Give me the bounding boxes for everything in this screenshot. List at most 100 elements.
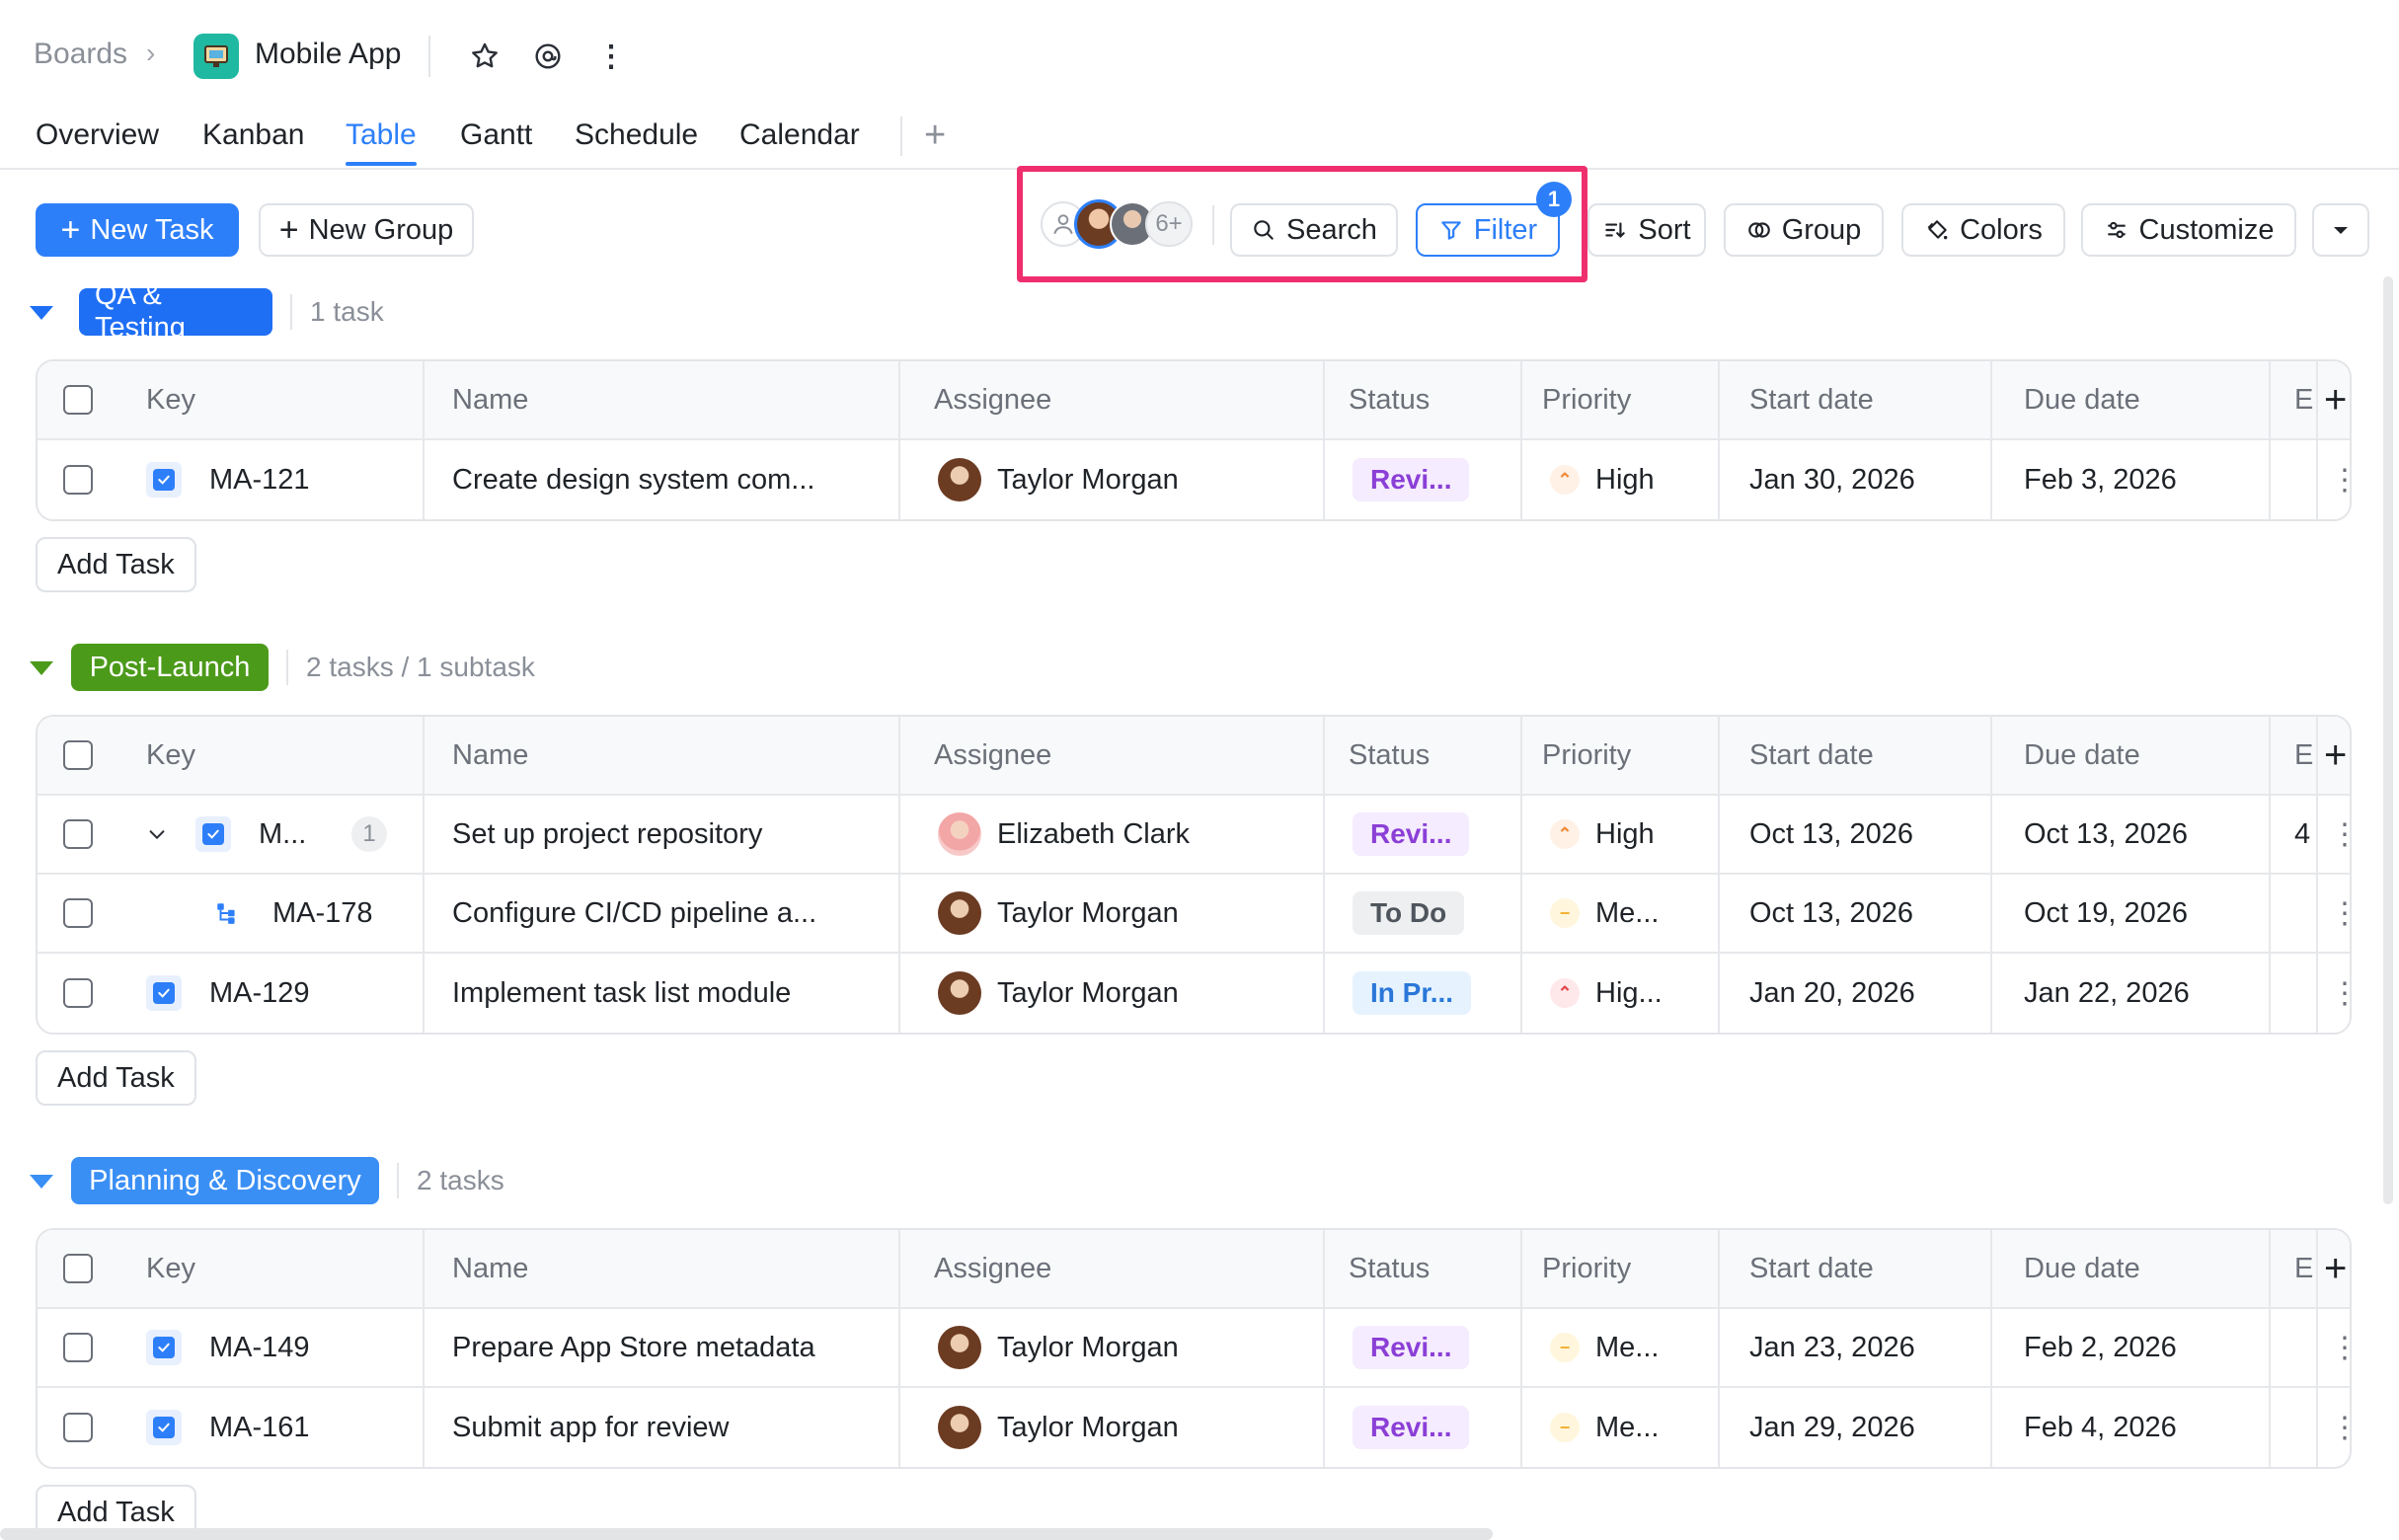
row-checkbox[interactable] bbox=[63, 898, 93, 928]
column-header-due-date[interactable]: Due date bbox=[2024, 717, 2140, 794]
row-checkbox[interactable] bbox=[63, 465, 93, 495]
task-name[interactable]: Implement task list module bbox=[452, 954, 791, 1033]
task-key[interactable]: MA-178 bbox=[272, 875, 373, 952]
due-date[interactable]: Oct 13, 2026 bbox=[2024, 796, 2188, 873]
column-header-key[interactable]: Key bbox=[146, 361, 195, 438]
column-header-start-date[interactable]: Start date bbox=[1749, 1230, 1874, 1307]
start-date[interactable]: Jan 23, 2026 bbox=[1749, 1309, 1915, 1386]
tab-schedule[interactable]: Schedule bbox=[575, 118, 698, 152]
task-key[interactable]: M... bbox=[259, 796, 306, 873]
column-header-start-date[interactable]: Start date bbox=[1749, 361, 1874, 438]
column-header-name[interactable]: Name bbox=[452, 717, 528, 794]
project-title[interactable]: Mobile App bbox=[255, 38, 401, 71]
task-name[interactable]: Set up project repository bbox=[452, 796, 762, 873]
column-header-e[interactable]: E bbox=[2294, 361, 2313, 438]
status-cell[interactable]: Revi... bbox=[1353, 1309, 1470, 1386]
status-cell[interactable]: To Do bbox=[1353, 875, 1465, 952]
vertical-scrollbar[interactable] bbox=[2383, 276, 2393, 1204]
priority-cell[interactable]: ⌃ High bbox=[1550, 440, 1655, 519]
start-date[interactable]: Oct 13, 2026 bbox=[1749, 875, 1913, 952]
group-label[interactable]: Planning & Discovery bbox=[71, 1157, 379, 1204]
star-icon[interactable] bbox=[464, 36, 505, 77]
row-checkbox[interactable] bbox=[63, 1413, 93, 1442]
add-column-icon[interactable]: + bbox=[2324, 361, 2347, 438]
tab-kanban[interactable]: Kanban bbox=[202, 118, 304, 152]
assignee-cell[interactable]: Taylor Morgan bbox=[938, 954, 1179, 1033]
column-header-key[interactable]: Key bbox=[146, 1230, 195, 1307]
row-more-icon[interactable]: ⋮ bbox=[2330, 1388, 2350, 1467]
assignee-cell[interactable]: Taylor Morgan bbox=[938, 1388, 1179, 1467]
start-date[interactable]: Jan 20, 2026 bbox=[1749, 954, 1915, 1033]
row-checkbox[interactable] bbox=[63, 819, 93, 849]
due-date[interactable]: Feb 4, 2026 bbox=[2024, 1388, 2177, 1467]
watch-icon[interactable] bbox=[527, 36, 569, 77]
due-date[interactable]: Jan 22, 2026 bbox=[2024, 954, 2190, 1033]
column-header-due-date[interactable]: Due date bbox=[2024, 1230, 2140, 1307]
column-header-priority[interactable]: Priority bbox=[1542, 1230, 1631, 1307]
group-button[interactable]: Group bbox=[1724, 203, 1884, 257]
column-header-assignee[interactable]: Assignee bbox=[934, 717, 1051, 794]
status-cell[interactable]: Revi... bbox=[1353, 796, 1470, 873]
row-more-icon[interactable]: ⋮ bbox=[2330, 440, 2350, 519]
row-more-icon[interactable]: ⋮ bbox=[2330, 954, 2350, 1033]
priority-cell[interactable]: ⌃ Hig... bbox=[1550, 954, 1663, 1033]
due-date[interactable]: Oct 19, 2026 bbox=[2024, 875, 2188, 952]
sort-button[interactable]: Sort bbox=[1587, 203, 1706, 257]
status-cell[interactable]: Revi... bbox=[1353, 440, 1470, 519]
column-header-priority[interactable]: Priority bbox=[1542, 361, 1631, 438]
row-more-icon[interactable]: ⋮ bbox=[2330, 875, 2350, 952]
table-row[interactable]: MA-121 Create design system com... Taylor … bbox=[38, 440, 2350, 519]
add-task-button[interactable]: Add Task bbox=[36, 1050, 196, 1106]
column-header-status[interactable]: Status bbox=[1349, 1230, 1430, 1307]
column-header-start-date[interactable]: Start date bbox=[1749, 717, 1874, 794]
search-button[interactable]: Search bbox=[1230, 203, 1398, 257]
priority-cell[interactable]: − Me... bbox=[1550, 1388, 1659, 1467]
group-collapse-icon[interactable] bbox=[30, 661, 53, 675]
column-header-e[interactable]: E bbox=[2294, 717, 2313, 794]
table-row[interactable]: MA-178 Configure CI/CD pipeline a... Taylo… bbox=[38, 875, 2350, 954]
more-options-icon[interactable]: ⋮ bbox=[590, 36, 632, 77]
start-date[interactable]: Jan 29, 2026 bbox=[1749, 1388, 1915, 1467]
column-header-e[interactable]: E bbox=[2294, 1230, 2313, 1307]
table-row[interactable]: MA-161 Submit app for review Taylor Morgan… bbox=[38, 1388, 2350, 1467]
tab-calendar[interactable]: Calendar bbox=[739, 118, 860, 152]
more-assignees-chip[interactable]: 6+ bbox=[1145, 201, 1193, 247]
due-date[interactable]: Feb 3, 2026 bbox=[2024, 440, 2177, 519]
column-header-assignee[interactable]: Assignee bbox=[934, 361, 1051, 438]
task-name[interactable]: Prepare App Store metadata bbox=[452, 1309, 815, 1386]
row-more-icon[interactable]: ⋮ bbox=[2330, 796, 2350, 873]
task-key[interactable]: MA-129 bbox=[209, 954, 310, 1033]
row-checkbox[interactable] bbox=[63, 978, 93, 1008]
group-label[interactable]: QA & Testing bbox=[79, 279, 272, 344]
column-header-name[interactable]: Name bbox=[452, 361, 528, 438]
assignee-cell[interactable]: Taylor Morgan bbox=[938, 875, 1179, 952]
column-header-due-date[interactable]: Due date bbox=[2024, 361, 2140, 438]
assignee-cell[interactable]: Taylor Morgan bbox=[938, 440, 1179, 519]
tab-gantt[interactable]: Gantt bbox=[460, 118, 532, 152]
column-header-name[interactable]: Name bbox=[452, 1230, 528, 1307]
column-header-priority[interactable]: Priority bbox=[1542, 717, 1631, 794]
new-group-button[interactable]: + New Group bbox=[259, 203, 474, 257]
priority-cell[interactable]: − Me... bbox=[1550, 1309, 1659, 1386]
table-row[interactable]: M... 1 Set up project repository Elizabeth … bbox=[38, 796, 2350, 875]
priority-cell[interactable]: ⌃ High bbox=[1550, 796, 1655, 873]
start-date[interactable]: Jan 30, 2026 bbox=[1749, 440, 1915, 519]
new-task-button[interactable]: + New Task bbox=[36, 203, 239, 257]
task-name[interactable]: Submit app for review bbox=[452, 1388, 729, 1467]
add-column-icon[interactable]: + bbox=[2324, 717, 2347, 794]
add-task-button[interactable]: Add Task bbox=[36, 537, 196, 592]
status-cell[interactable]: Revi... bbox=[1353, 1388, 1470, 1467]
add-view-icon[interactable]: + bbox=[924, 115, 946, 157]
group-collapse-icon[interactable] bbox=[30, 1175, 53, 1189]
column-header-status[interactable]: Status bbox=[1349, 361, 1430, 438]
assignee-cell[interactable]: Taylor Morgan bbox=[938, 1309, 1179, 1386]
table-row[interactable]: MA-149 Prepare App Store metadata Taylor M… bbox=[38, 1309, 2350, 1388]
horizontal-scrollbar[interactable] bbox=[0, 1528, 1493, 1540]
column-header-key[interactable]: Key bbox=[146, 717, 195, 794]
filter-button[interactable]: Filter bbox=[1416, 203, 1560, 257]
select-all-checkbox[interactable] bbox=[63, 740, 93, 770]
breadcrumb-boards[interactable]: Boards bbox=[34, 38, 127, 71]
start-date[interactable]: Oct 13, 2026 bbox=[1749, 796, 1913, 873]
expand-subtasks-icon[interactable] bbox=[146, 796, 168, 873]
status-cell[interactable]: In Pr... bbox=[1353, 954, 1472, 1033]
